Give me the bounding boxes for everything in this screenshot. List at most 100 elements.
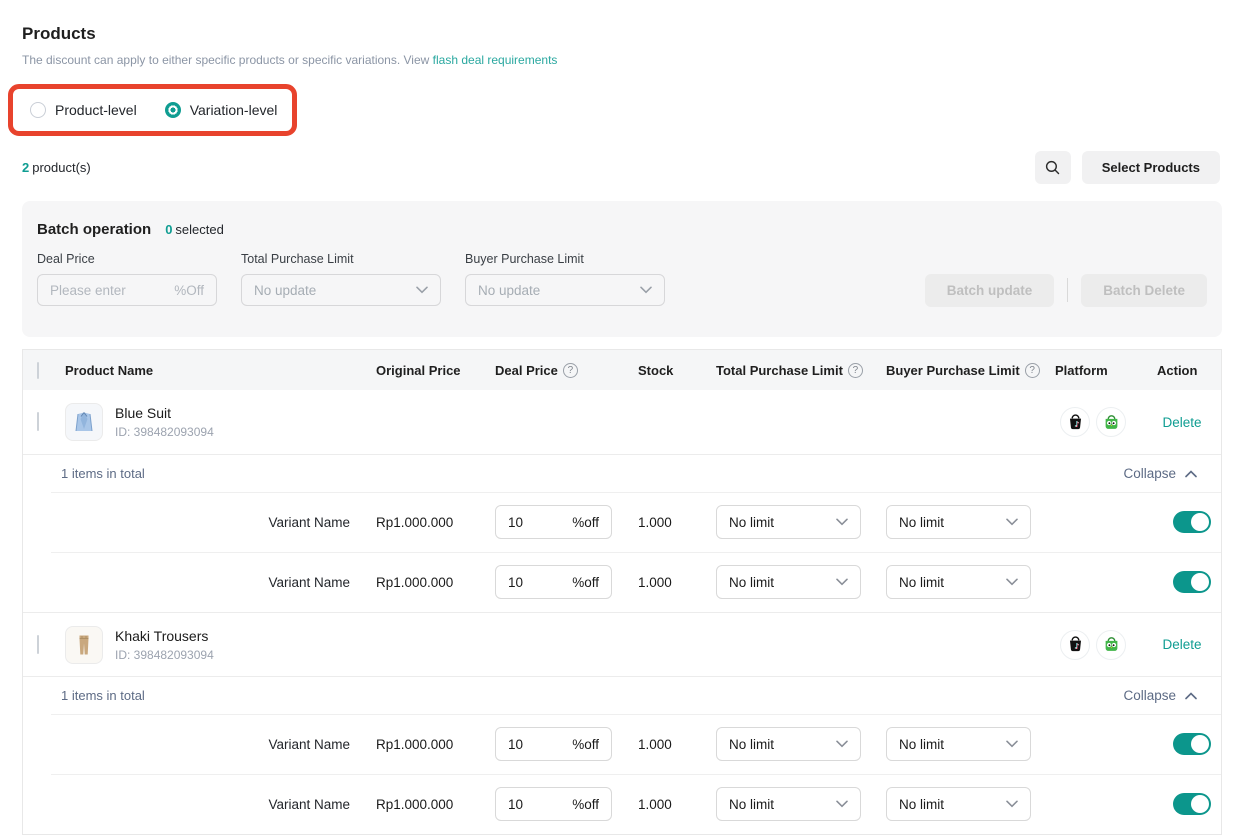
batch-selected-label: selected — [175, 222, 223, 237]
batch-deal-price-input-box: %Off — [37, 274, 217, 306]
delete-product-link[interactable]: Delete — [1162, 415, 1201, 430]
batch-update-button[interactable]: Batch update — [925, 274, 1055, 307]
deal-price-input[interactable] — [508, 797, 548, 812]
variant-stock: 1.000 — [628, 737, 703, 752]
deal-price-input[interactable] — [508, 515, 548, 530]
total-limit-select[interactable]: No limit — [716, 787, 861, 821]
product-id: ID: 398482093094 — [115, 648, 214, 662]
buyer-limit-select[interactable]: No limit — [886, 727, 1031, 761]
total-limit-select[interactable]: No limit — [716, 565, 861, 599]
batch-delete-button[interactable]: Batch Delete — [1081, 274, 1207, 307]
tokopedia-icon — [1096, 630, 1126, 660]
products-table: Product Name Original Price Deal Price? … — [22, 349, 1222, 835]
svg-text:♪: ♪ — [1074, 419, 1079, 428]
batch-total-limit-field: Total Purchase Limit No update — [241, 252, 441, 306]
toggle-knob — [1191, 513, 1209, 531]
buyer-limit-value: No limit — [899, 797, 944, 812]
radio-unchecked-icon[interactable] — [30, 102, 46, 118]
chevron-down-icon — [1006, 800, 1018, 808]
product-id: ID: 398482093094 — [115, 425, 214, 439]
batch-deal-price-input[interactable] — [50, 283, 140, 298]
variant-enabled-toggle[interactable] — [1173, 793, 1211, 815]
buyer-limit-select[interactable]: No limit — [886, 505, 1031, 539]
row-checkbox[interactable] — [37, 412, 39, 431]
product-count: 2product(s) — [22, 160, 91, 175]
deal-price-input[interactable] — [508, 737, 548, 752]
product-image-blue-suit — [65, 403, 103, 441]
variant-enabled-toggle[interactable] — [1173, 571, 1211, 593]
deal-price-suffix: %off — [572, 515, 599, 530]
variant-stock: 1.000 — [628, 797, 703, 812]
products-page: Products The discount can apply to eithe… — [0, 0, 1233, 835]
select-products-button[interactable]: Select Products — [1082, 151, 1220, 184]
variant-row: Variant Name Rp1.000.000 %off 1.000 No l… — [23, 552, 1221, 612]
batch-buyer-limit-select[interactable]: No update — [465, 274, 665, 306]
total-limit-select[interactable]: No limit — [716, 505, 861, 539]
col-deal-price-label: Deal Price — [495, 363, 558, 378]
variant-original-price: Rp1.000.000 — [376, 515, 483, 530]
variant-name: Variant Name — [61, 797, 376, 812]
variant-name: Variant Name — [61, 515, 376, 530]
help-icon[interactable]: ? — [563, 363, 578, 378]
batch-operation-panel: Batch operation 0selected Deal Price %Of… — [22, 201, 1222, 337]
radio-variation-level-label: Variation-level — [190, 102, 278, 118]
buyer-limit-select[interactable]: No limit — [886, 565, 1031, 599]
total-limit-value: No limit — [729, 575, 774, 590]
variant-original-price: Rp1.000.000 — [376, 797, 483, 812]
divider — [1067, 278, 1068, 302]
svg-text:♪: ♪ — [1074, 642, 1079, 651]
radio-checked-icon[interactable] — [165, 102, 181, 118]
col-total-limit-label: Total Purchase Limit — [716, 363, 843, 378]
chevron-down-icon — [836, 518, 848, 526]
deal-price-input-box: %off — [495, 787, 612, 821]
variant-name: Variant Name — [61, 737, 376, 752]
variant-enabled-toggle[interactable] — [1173, 511, 1211, 533]
batch-deal-price-field: Deal Price %Off — [37, 252, 217, 306]
batch-total-limit-select[interactable]: No update — [241, 274, 441, 306]
level-selector-highlight: Product-level Variation-level — [8, 84, 297, 136]
buyer-limit-select[interactable]: No limit — [886, 787, 1031, 821]
variant-row: Variant Name Rp1.000.000 %off 1.000 No l… — [23, 774, 1221, 834]
deal-price-input-box: %off — [495, 565, 612, 599]
batch-buyer-limit-field: Buyer Purchase Limit No update — [465, 252, 665, 306]
batch-total-limit-label: Total Purchase Limit — [241, 252, 441, 266]
product-count-label: product(s) — [32, 160, 91, 175]
variant-name: Variant Name — [61, 575, 376, 590]
collapse-toggle[interactable]: Collapse — [1123, 466, 1197, 481]
col-product-name: Product Name — [61, 363, 376, 378]
variant-stock: 1.000 — [628, 515, 703, 530]
deal-price-input-box: %off — [495, 727, 612, 761]
product-name: Blue Suit — [115, 405, 214, 421]
items-in-total: 1 items in total — [61, 688, 145, 703]
chevron-down-icon — [1006, 518, 1018, 526]
radio-product-level-label: Product-level — [55, 102, 137, 118]
col-buyer-limit: Buyer Purchase Limit? — [873, 363, 1043, 378]
row-checkbox[interactable] — [37, 635, 39, 654]
total-limit-select[interactable]: No limit — [716, 727, 861, 761]
subtitle-text: The discount can apply to either specifi… — [22, 53, 429, 67]
toolbar: 2product(s) Select Products — [22, 151, 1220, 184]
flash-deal-requirements-link[interactable]: flash deal requirements — [433, 53, 558, 67]
chevron-down-icon — [640, 286, 652, 294]
col-original-price: Original Price — [376, 363, 483, 378]
select-all-checkbox[interactable] — [37, 362, 39, 379]
deal-price-input[interactable] — [508, 575, 548, 590]
product-image-khaki-trousers — [65, 626, 103, 664]
delete-product-link[interactable]: Delete — [1162, 637, 1201, 652]
radio-variation-level[interactable]: Variation-level — [165, 102, 278, 118]
page-title: Products — [22, 24, 1220, 44]
radio-product-level[interactable]: Product-level — [30, 102, 137, 118]
variant-original-price: Rp1.000.000 — [376, 575, 483, 590]
col-deal-price: Deal Price? — [483, 363, 628, 378]
collapse-toggle[interactable]: Collapse — [1123, 688, 1197, 703]
help-icon[interactable]: ? — [848, 363, 863, 378]
buyer-limit-value: No limit — [899, 575, 944, 590]
chevron-up-icon — [1185, 470, 1197, 478]
chevron-down-icon — [836, 578, 848, 586]
search-button[interactable] — [1035, 151, 1071, 184]
product-row: Blue Suit ID: 398482093094 ♪ ♪ ♪ — [23, 390, 1221, 454]
help-icon[interactable]: ? — [1025, 363, 1040, 378]
variant-enabled-toggle[interactable] — [1173, 733, 1211, 755]
deal-price-input-box: %off — [495, 505, 612, 539]
chevron-down-icon — [1006, 578, 1018, 586]
